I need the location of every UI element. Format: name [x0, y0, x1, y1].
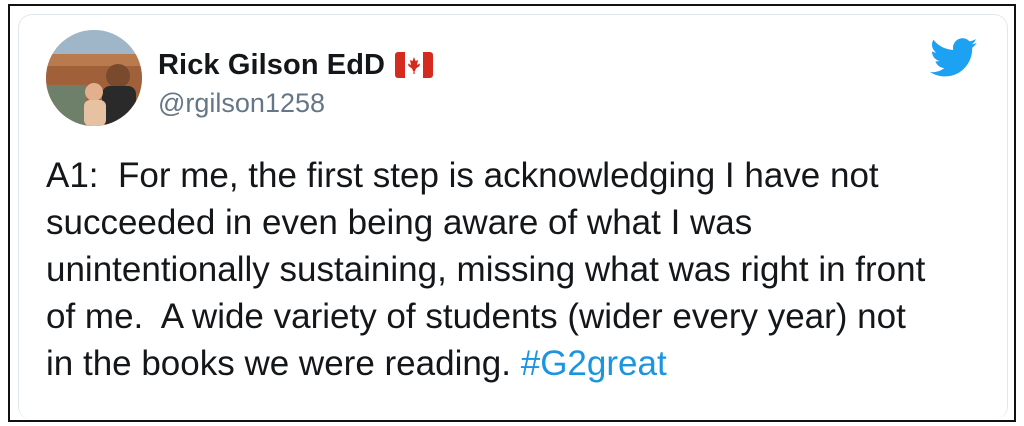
- tweet-line-last: in the books we were reading. #G2great: [46, 340, 996, 387]
- tweet-line: in the books we were reading.: [46, 344, 521, 383]
- canada-flag-icon: [395, 52, 434, 78]
- avatar[interactable]: [46, 30, 142, 126]
- tweet-line: unintentionally sustaining, missing what…: [46, 250, 926, 289]
- twitter-bird-icon[interactable]: [930, 38, 978, 78]
- author-display-name[interactable]: Rick Gilson EdD: [158, 49, 385, 82]
- tweet-line: of me. A wide variety of students (wider…: [46, 297, 906, 336]
- tweet-line: A1: For me, the first step is acknowledg…: [46, 156, 879, 195]
- tweet-text: A1: For me, the first step is acknowledg…: [46, 152, 996, 387]
- tweet-line: succeeded in even being aware of what I …: [46, 203, 753, 242]
- avatar-image: [46, 30, 142, 126]
- hashtag-link[interactable]: #G2great: [521, 344, 667, 383]
- author-row: Rick Gilson EdD: [158, 48, 434, 82]
- author-handle[interactable]: @rgilson1258: [158, 88, 325, 119]
